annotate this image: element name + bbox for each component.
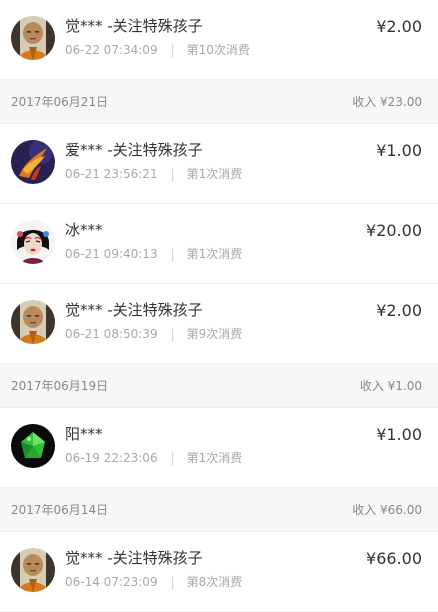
transaction-amount: ¥66.00 [366, 549, 422, 568]
transaction-meta: 06-21 09:40:13 | 第1次消费 [65, 246, 242, 262]
purchase-count: 第10次消费 [186, 43, 250, 57]
meta-separator: | [170, 247, 175, 261]
meta-separator: | [170, 167, 175, 181]
transaction-row[interactable]: 觉*** -关注特殊孩子 06-21 08:50:39 | 第9次消费 ¥2.00 [0, 284, 438, 364]
section-income: 收入 ¥66.00 [352, 503, 422, 517]
purchase-count: 第8次消费 [186, 575, 243, 589]
customer-name: 爱*** -关注特殊孩子 [65, 141, 203, 159]
transaction-row[interactable]: 爱*** -关注特殊孩子 06-21 23:56:21 | 第1次消费 ¥1.00 [0, 124, 438, 204]
phoenix-avatar [11, 140, 55, 184]
transaction-list: 觉*** -关注特殊孩子 06-22 07:34:09 | 第10次消费 ¥2.00… [0, 0, 438, 612]
transaction-amount: ¥20.00 [366, 221, 422, 240]
transaction-meta: 06-19 22:23:06 | 第1次消费 [65, 450, 242, 466]
meta-separator: | [170, 451, 175, 465]
section-income: 收入 ¥23.00 [352, 95, 422, 109]
purchase-count: 第1次消费 [186, 247, 243, 261]
transaction-amount: ¥1.00 [376, 141, 422, 160]
section-date: 2017年06月19日 [11, 379, 109, 393]
transaction-time: 06-21 23:56:21 [65, 167, 158, 181]
transaction-amount: ¥2.00 [376, 301, 422, 320]
opera-avatar [11, 220, 55, 264]
date-section-header: 2017年06月14日 收入 ¥66.00 [0, 488, 438, 532]
transaction-row[interactable]: 阳*** 06-19 22:23:06 | 第1次消费 ¥1.00 [0, 408, 438, 488]
purchase-count: 第1次消费 [186, 451, 243, 465]
date-section-header: 2017年06月19日 收入 ¥1.00 [0, 364, 438, 408]
transaction-row[interactable]: 觉*** -关注特殊孩子 06-14 07:23:09 | 第8次消费 ¥66.00 [0, 532, 438, 612]
transaction-time: 06-21 08:50:39 [65, 327, 158, 341]
transaction-time: 06-19 22:23:06 [65, 451, 158, 465]
meta-separator: | [170, 327, 175, 341]
transaction-row[interactable]: 觉*** -关注特殊孩子 06-22 07:34:09 | 第10次消费 ¥2.00 [0, 0, 438, 80]
customer-name: 觉*** -关注特殊孩子 [65, 549, 203, 567]
meta-separator: | [170, 575, 175, 589]
transaction-meta: 06-21 08:50:39 | 第9次消费 [65, 326, 242, 342]
customer-name: 阳*** [65, 425, 103, 443]
transaction-time: 06-14 07:23:09 [65, 575, 158, 589]
transaction-time: 06-22 07:34:09 [65, 43, 158, 57]
transaction-meta: 06-22 07:34:09 | 第10次消费 [65, 42, 250, 58]
date-section-header: 2017年06月21日 收入 ¥23.00 [0, 80, 438, 124]
customer-name: 觉*** -关注特殊孩子 [65, 17, 203, 35]
transaction-meta: 06-21 23:56:21 | 第1次消费 [65, 166, 242, 182]
section-income: 收入 ¥1.00 [359, 379, 422, 393]
section-date: 2017年06月21日 [11, 95, 109, 109]
section-date: 2017年06月14日 [11, 503, 109, 517]
purchase-count: 第9次消费 [186, 327, 243, 341]
monk-avatar [11, 300, 55, 344]
green-gem-avatar [11, 424, 55, 468]
transaction-meta: 06-14 07:23:09 | 第8次消费 [65, 574, 242, 590]
transaction-time: 06-21 09:40:13 [65, 247, 158, 261]
transaction-amount: ¥2.00 [376, 17, 422, 36]
customer-name: 觉*** -关注特殊孩子 [65, 301, 203, 319]
customer-name: 冰*** [65, 221, 103, 239]
meta-separator: | [170, 43, 175, 57]
transaction-row[interactable]: 冰*** 06-21 09:40:13 | 第1次消费 ¥20.00 [0, 204, 438, 284]
monk-avatar [11, 548, 55, 592]
monk-avatar [11, 16, 55, 60]
purchase-count: 第1次消费 [186, 167, 243, 181]
transaction-amount: ¥1.00 [376, 425, 422, 444]
